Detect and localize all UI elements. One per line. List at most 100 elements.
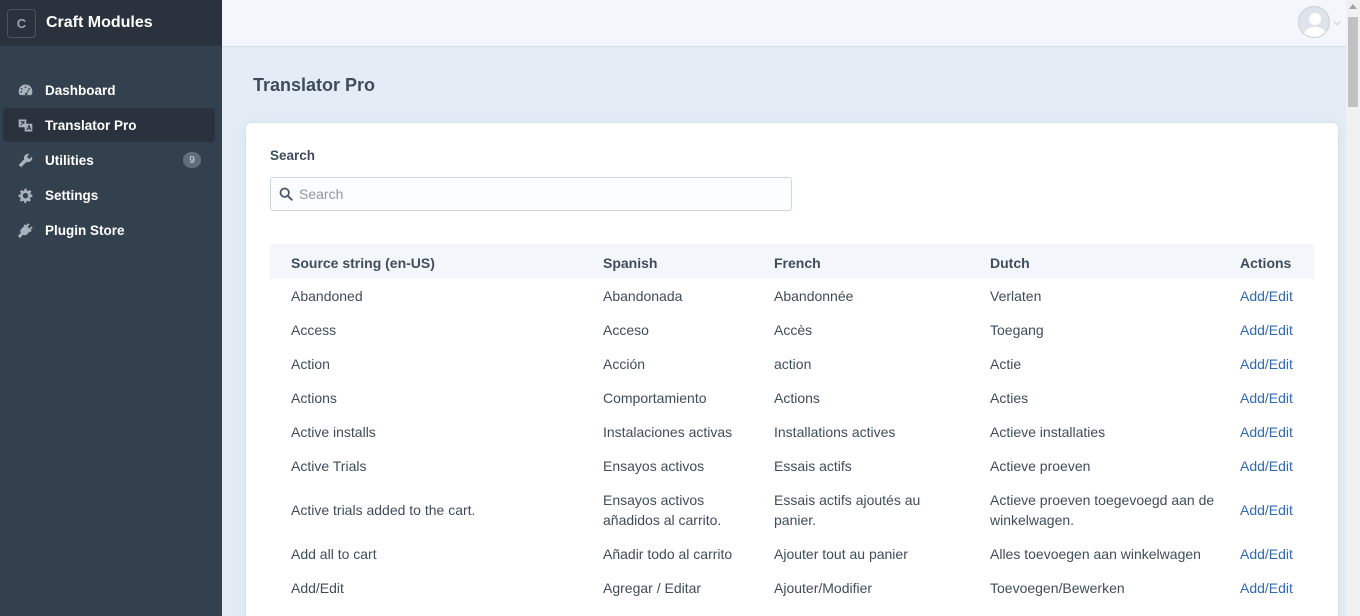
account-menu[interactable]: ⌵	[1298, 6, 1341, 38]
add-edit-link-cell: Add/Edit	[1240, 578, 1293, 598]
french-translation: Actions	[774, 390, 820, 406]
nav-item-translator-pro[interactable]: Translator Pro	[3, 108, 215, 142]
add-edit-link[interactable]: Add/Edit	[1240, 424, 1293, 440]
nav-item-settings[interactable]: Settings	[3, 178, 215, 212]
french-translation: Ajouter tout au panier	[774, 546, 908, 562]
table-row: Add all to cart Añadir todo al carrito A…	[270, 537, 1314, 571]
search-icon	[279, 187, 293, 201]
spanish-translation: Instalaciones activas	[603, 424, 733, 440]
nav-item-label: Dashboard	[45, 82, 116, 98]
column-header-dutch: Dutch	[990, 255, 1030, 271]
table-row: Access Acceso Accès Toegang Add/Edit	[270, 313, 1314, 347]
dutch-translation: Actieve installaties	[990, 424, 1106, 440]
wrench-icon	[17, 152, 34, 169]
table-row: Abandoned Abandonada Abandonnée Verlaten…	[270, 279, 1314, 313]
column-header-french: French	[774, 255, 821, 271]
table-row: Add/Edit Agregar / Editar Ajouter/Modifi…	[270, 571, 1314, 605]
scrollbar-thumb[interactable]	[1348, 17, 1358, 107]
add-edit-link[interactable]: Add/Edit	[1240, 502, 1293, 518]
french-translation: Accès	[774, 322, 813, 338]
source-string: Active trials added to the cart.	[291, 502, 476, 518]
table-row: Active trials added to the cart. Ensayos…	[270, 483, 1314, 537]
spanish-translation: Ensayos activos	[603, 458, 705, 474]
page-title: Translator Pro	[253, 75, 376, 95]
add-edit-link-cell: Add/Edit	[1240, 320, 1293, 340]
scroll-up-arrow-icon[interactable]	[1349, 4, 1357, 9]
add-edit-link[interactable]: Add/Edit	[1240, 322, 1293, 338]
chevron-down-icon: ⌵	[1333, 16, 1341, 28]
search-input[interactable]	[299, 186, 779, 202]
spanish-translation: Acción	[603, 356, 646, 372]
source-string: Active installs	[291, 424, 376, 440]
spanish-translation: Ensayos activos añadidos al carrito.	[603, 492, 722, 528]
source-string: Add/Edit	[291, 580, 344, 596]
add-edit-link-cell: Add/Edit	[1240, 286, 1293, 306]
dutch-translation: Toevoegen/Bewerken	[990, 580, 1125, 596]
nav-item-label: Plugin Store	[45, 222, 125, 238]
table-header: Source string (en-US) Spanish French Dut…	[270, 244, 1314, 279]
translations-table: Source string (en-US) Spanish French Dut…	[270, 244, 1314, 605]
add-edit-link-cell: Add/Edit	[1240, 544, 1293, 564]
french-translation: Abandonnée	[774, 288, 854, 304]
nav-item-label: Settings	[45, 187, 99, 203]
dutch-translation: Verlaten	[990, 288, 1042, 304]
french-translation: Essais actifs ajoutés au panier.	[774, 492, 921, 528]
add-edit-link-cell: Add/Edit	[1240, 388, 1293, 408]
nav-item-plugin-store[interactable]: Plugin Store	[3, 213, 215, 247]
main-nav: Dashboard Translator Pro Utilities 9 Set…	[0, 73, 222, 247]
spanish-translation: Añadir todo al carrito	[603, 546, 733, 562]
page-scrollbar[interactable]	[1346, 0, 1360, 616]
french-translation: Ajouter/Modifier	[774, 580, 873, 596]
site-name[interactable]: Craft Modules	[46, 14, 153, 32]
column-header-actions: Actions	[1240, 255, 1292, 271]
utilities-count-badge: 9	[183, 152, 201, 168]
dutch-translation: Alles toevoegen aan winkelwagen	[990, 546, 1201, 562]
add-edit-link-cell: Add/Edit	[1240, 500, 1293, 520]
search-label: Search	[270, 148, 316, 163]
source-string: Action	[291, 356, 330, 372]
column-header-spanish: Spanish	[603, 255, 658, 271]
nav-item-dashboard[interactable]: Dashboard	[3, 73, 215, 107]
dutch-translation: Actieve proeven toegevoegd aan de winkel…	[990, 492, 1215, 528]
table-row: Actions Comportamiento Actions Acties Ad…	[270, 381, 1314, 415]
search-box[interactable]	[270, 177, 792, 211]
site-logo[interactable]: C	[7, 8, 36, 38]
gear-icon	[17, 187, 34, 204]
content-pane: Search Source string (en-US) Spanish Fre…	[246, 123, 1338, 616]
nav-item-label: Translator Pro	[45, 117, 137, 133]
avatar[interactable]	[1298, 6, 1331, 38]
add-edit-link[interactable]: Add/Edit	[1240, 390, 1293, 406]
add-edit-link[interactable]: Add/Edit	[1240, 288, 1293, 304]
column-header-source: Source string (en-US)	[291, 255, 435, 271]
source-string: Abandoned	[291, 288, 363, 304]
translate-icon	[17, 117, 34, 134]
user-icon	[1303, 13, 1328, 37]
sidebar: C Craft Modules Dashboard Translator Pro…	[0, 0, 222, 616]
add-edit-link-cell: Add/Edit	[1240, 354, 1293, 374]
add-edit-link[interactable]: Add/Edit	[1240, 356, 1293, 372]
add-edit-link-cell: Add/Edit	[1240, 456, 1293, 476]
dutch-translation: Actieve proeven	[990, 458, 1091, 474]
source-string: Add all to cart	[291, 546, 377, 562]
add-edit-link-cell: Add/Edit	[1240, 422, 1293, 442]
french-translation: Installations actives	[774, 424, 896, 440]
french-translation: action	[774, 356, 812, 372]
gauge-icon	[17, 82, 34, 99]
global-header: ⌵	[222, 0, 1346, 46]
dutch-translation: Actie	[990, 356, 1022, 372]
table-row: Action Acción action Actie Add/Edit	[270, 347, 1314, 381]
source-string: Access	[291, 322, 337, 338]
french-translation: Essais actifs	[774, 458, 852, 474]
table-row: Active Trials Ensayos activos Essais act…	[270, 449, 1314, 483]
nav-item-label: Utilities	[45, 152, 94, 168]
spanish-translation: Abandonada	[603, 288, 683, 304]
spanish-translation: Acceso	[603, 322, 649, 338]
add-edit-link[interactable]: Add/Edit	[1240, 546, 1293, 562]
plug-icon	[17, 222, 34, 239]
nav-item-utilities[interactable]: Utilities 9	[3, 143, 215, 177]
add-edit-link[interactable]: Add/Edit	[1240, 580, 1293, 596]
add-edit-link[interactable]: Add/Edit	[1240, 458, 1293, 474]
brand[interactable]: C Craft Modules	[0, 0, 222, 46]
dutch-translation: Toegang	[990, 322, 1044, 338]
source-string: Active Trials	[291, 458, 367, 474]
